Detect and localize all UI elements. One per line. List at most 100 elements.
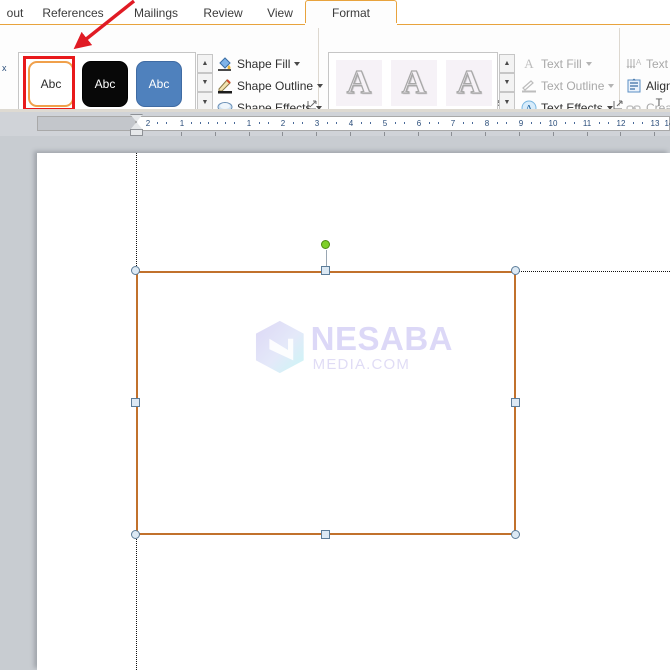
text-direction-icon: A: [625, 55, 642, 72]
document-canvas[interactable]: NESABA MEDIA.COM: [0, 136, 670, 670]
ruler-number: 4: [344, 117, 358, 130]
svg-text:A: A: [635, 58, 641, 67]
command-label: Shape Fill: [237, 57, 290, 71]
ruler-number: 14: [662, 117, 670, 130]
ruler-number: 1: [175, 117, 189, 130]
scroll-glyph: ▲: [202, 60, 209, 67]
ruler-minor-mark: [225, 122, 226, 124]
wordart-scroll-down[interactable]: ▼: [499, 73, 515, 92]
shape-outline[interactable]: Shape Outline: [216, 75, 323, 96]
selected-text-box[interactable]: [136, 271, 516, 535]
ruler-minor-mark: [157, 122, 158, 124]
ruler-minor-mark: [404, 122, 405, 124]
ruler-number: 2: [276, 117, 290, 130]
tab-label: out: [7, 6, 24, 20]
document-page[interactable]: NESABA MEDIA.COM: [37, 153, 670, 670]
word-application-window: outReferencesMailingsReviewViewFormat x …: [0, 0, 670, 670]
tab-mailings[interactable]: Mailings: [120, 0, 192, 25]
group-separator: [619, 28, 620, 106]
left-edge-marker: x: [2, 63, 7, 73]
wordart-styles-gallery[interactable]: AAA: [328, 52, 498, 114]
tab-label: Format: [332, 6, 370, 20]
align-text-icon: [625, 77, 642, 94]
text-direction[interactable]: A Text D: [625, 53, 670, 74]
ruler-minor-mark: [608, 122, 609, 124]
ribbon-tab-bar: out References Mailings Review View Format: [0, 0, 670, 25]
ruler-number: 2: [141, 117, 155, 130]
command-label: Text Fill: [541, 57, 582, 71]
handle-top-left[interactable]: [131, 266, 140, 275]
ruler-minor-mark: [540, 122, 541, 124]
command-label: Text D: [646, 57, 670, 71]
shape-style-white[interactable]: Abc: [28, 61, 74, 107]
left-indent-marker[interactable]: [130, 129, 143, 136]
dialog-launcher-wordart-styles[interactable]: [613, 98, 624, 109]
thumb-label: Abc: [95, 77, 116, 91]
ruler-minor-mark: [234, 122, 235, 124]
command-label: Text Outline: [541, 79, 604, 93]
handle-bottom-left[interactable]: [131, 530, 140, 539]
ruler-left-margin: [37, 116, 136, 131]
wordart-thumb-3[interactable]: A: [446, 60, 492, 106]
align-text[interactable]: Align: [625, 75, 670, 96]
ruler-minor-mark: [574, 122, 575, 124]
ruler-minor-mark: [395, 122, 396, 124]
shape-fill[interactable]: Shape Fill: [216, 53, 300, 74]
ruler-minor-mark: [268, 122, 269, 124]
handle-top-right[interactable]: [511, 266, 520, 275]
ruler-minor-mark: [633, 122, 634, 124]
ruler-minor-mark: [472, 122, 473, 124]
ruler-number: 7: [446, 117, 460, 130]
chevron-down-icon[interactable]: [608, 84, 614, 88]
rotation-handle[interactable]: [321, 240, 330, 249]
ruler-number: 10: [546, 117, 560, 130]
wordart-thumb-1[interactable]: A: [336, 60, 382, 106]
ruler-minor-mark: [361, 122, 362, 124]
tab-references[interactable]: References: [34, 0, 112, 25]
ruler-number: 5: [378, 117, 392, 130]
wordart-thumb-2[interactable]: A: [391, 60, 437, 106]
chevron-down-icon[interactable]: [586, 62, 592, 66]
text-outline[interactable]: Text Outline: [520, 75, 614, 96]
shape-style-blue[interactable]: Abc: [136, 61, 182, 107]
ruler-minor-mark: [497, 122, 498, 124]
ruler-number: 11: [580, 117, 594, 130]
shape-style-black[interactable]: Abc: [82, 61, 128, 107]
ruler-minor-mark: [293, 122, 294, 124]
tab-label: Review: [203, 6, 242, 20]
chevron-down-icon[interactable]: [317, 84, 323, 88]
handle-middle-right[interactable]: [511, 398, 520, 407]
tab-format[interactable]: Format: [305, 0, 397, 25]
gallery-scroll-down[interactable]: ▼: [197, 73, 213, 92]
handle-middle-left[interactable]: [131, 398, 140, 407]
tab-out[interactable]: out: [0, 0, 30, 25]
ruler-minor-mark: [370, 122, 371, 124]
ruler-minor-mark: [327, 122, 328, 124]
ruler-minor-mark: [208, 122, 209, 124]
handle-top-center[interactable]: [321, 266, 330, 275]
ruler-number: 3: [310, 117, 324, 130]
shape-styles-gallery[interactable]: Abc Abc Abc: [18, 52, 196, 114]
ruler-number: 9: [514, 117, 528, 130]
tab-review[interactable]: Review: [192, 0, 254, 25]
tab-view[interactable]: View: [254, 0, 306, 25]
scroll-glyph: ▲: [504, 60, 511, 67]
chevron-down-icon[interactable]: [294, 62, 300, 66]
ruler-minor-mark: [191, 122, 192, 124]
ruler-number: 6: [412, 117, 426, 130]
wordart-scroll-up[interactable]: ▲: [499, 54, 515, 73]
horizontal-ruler[interactable]: 211234567891011121314: [0, 112, 670, 136]
ruler-minor-mark: [438, 122, 439, 124]
tab-label: View: [267, 6, 293, 20]
text-fill[interactable]: AText Fill: [520, 53, 592, 74]
ruler-number: 1: [242, 117, 256, 130]
gallery-scroll-up[interactable]: ▲: [197, 54, 213, 73]
tab-label: References: [42, 6, 103, 20]
ruler-number: 12: [614, 117, 628, 130]
ruler-minor-mark: [531, 122, 532, 124]
ruler-minor-mark: [336, 122, 337, 124]
ruler-minor-mark: [463, 122, 464, 124]
ruler-minor-mark: [200, 122, 201, 124]
handle-bottom-center[interactable]: [321, 530, 330, 539]
handle-bottom-right[interactable]: [511, 530, 520, 539]
